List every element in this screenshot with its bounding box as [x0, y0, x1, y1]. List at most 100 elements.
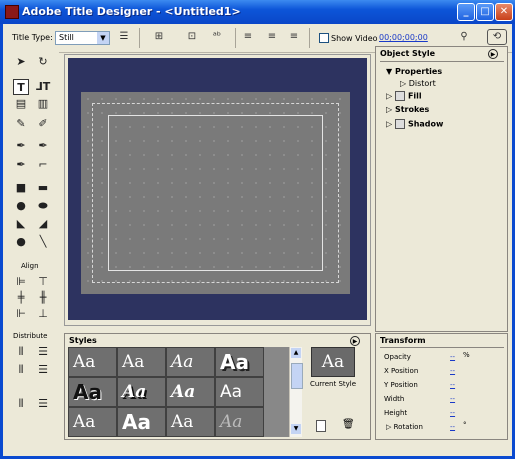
tools-panel: ➤ ↻ T ⅃T ▤ ▥ ✎ ✐ ✒ ✒ ✒ ⌐ ■ ▬ ● ⬬ ◣ ◢ ● ╲… [3, 52, 59, 456]
opacity-value[interactable]: -- [450, 353, 455, 361]
template-icon[interactable]: ⊞ [149, 30, 169, 44]
styles-menu-icon[interactable]: ▶ [350, 336, 360, 346]
timecode-field[interactable]: 00;00;00;00 [379, 33, 428, 42]
height-value[interactable]: -- [450, 409, 455, 417]
roll-crawl-icon[interactable]: ⊡ [183, 30, 201, 44]
sync-icon[interactable]: ⟲ [487, 29, 507, 45]
path-type-tool-icon[interactable]: ✎ [13, 116, 29, 132]
distribute-section-label: Distribute [13, 332, 48, 340]
delete-anchor-tool-icon[interactable]: ✒ [13, 157, 29, 173]
chevron-down-icon: ▼ [386, 67, 393, 76]
ellipse-tool-icon[interactable]: ● [13, 234, 29, 250]
area-type-tool-icon[interactable]: ▤ [13, 96, 29, 112]
font-browse-icon[interactable]: ᵃᵇ [208, 30, 226, 44]
style-swatch[interactable]: Aa [166, 377, 215, 407]
convert-anchor-tool-icon[interactable]: ⌐ [35, 157, 51, 173]
rectangle-tool-icon[interactable]: ■ [13, 180, 29, 196]
style-swatch[interactable]: Aa [117, 407, 166, 437]
width-value[interactable]: -- [450, 395, 455, 403]
scroll-down-icon[interactable]: ▼ [291, 424, 301, 434]
align-right-edges-icon[interactable]: ⊩ [13, 306, 29, 322]
style-swatch[interactable]: Aa [68, 347, 117, 377]
vertical-area-type-tool-icon[interactable]: ▥ [35, 96, 51, 112]
close-button[interactable]: ✕ [495, 3, 513, 21]
shadow-item[interactable]: ▷ Shadow [386, 119, 443, 129]
panel-menu-icon[interactable]: ▶ [488, 49, 498, 59]
align-left-edges-icon[interactable]: ⊫ [13, 274, 29, 290]
arc-tool-icon[interactable]: ◢ [35, 216, 51, 232]
fill-checkbox[interactable] [394, 91, 405, 101]
strokes-item[interactable]: ▷ Strokes [386, 105, 429, 114]
x-position-label: X Position [384, 367, 419, 375]
distribute-center-v-icon[interactable]: ☰ [35, 362, 51, 378]
clipped-corner-rectangle-tool-icon[interactable]: ● [13, 198, 29, 214]
action-safe-margin [108, 115, 323, 271]
distribute-top-icon[interactable]: ☰ [35, 344, 51, 360]
align-vertical-center-icon[interactable]: ╫ [35, 290, 51, 306]
style-swatch[interactable]: Aa [68, 377, 117, 407]
properties-item[interactable]: ▼ Properties [386, 67, 442, 76]
object-style-header: Object Style [380, 49, 436, 58]
styles-scrollbar[interactable]: ▲ ▼ [289, 347, 303, 437]
x-position-value[interactable]: -- [450, 367, 455, 375]
style-swatch[interactable]: Aa [117, 377, 166, 407]
style-swatch[interactable]: Aa [215, 377, 264, 407]
pin-icon[interactable]: ⚲ [459, 30, 469, 44]
align-section-label: Align [21, 262, 39, 270]
delete-style-icon[interactable]: 🗑 [342, 419, 355, 430]
minimize-button[interactable]: _ [457, 3, 475, 21]
type-tool-icon[interactable]: T [13, 79, 29, 95]
vertical-type-tool-icon[interactable]: ⅃T [35, 79, 51, 95]
show-video-label: Show Video [331, 34, 378, 43]
tab-stops-icon[interactable]: ☰ [117, 30, 131, 44]
fill-item[interactable]: ▷ Fill [386, 91, 422, 101]
scroll-up-icon[interactable]: ▲ [291, 348, 301, 358]
align-horizontal-center-icon[interactable]: ╪ [13, 290, 29, 306]
vertical-path-type-tool-icon[interactable]: ✐ [35, 116, 51, 132]
scroll-thumb[interactable] [291, 363, 303, 389]
wedge-tool-icon[interactable]: ◣ [13, 216, 29, 232]
add-anchor-tool-icon[interactable]: ✒ [35, 138, 51, 154]
new-style-icon[interactable] [316, 420, 326, 432]
align-top-edges-icon[interactable]: ⊤ [35, 274, 51, 290]
style-swatch[interactable]: Aa [68, 407, 117, 437]
selection-tool-icon[interactable]: ➤ [13, 54, 29, 70]
distribute-left-icon[interactable]: ⫴ [13, 344, 29, 360]
y-position-label: Y Position [384, 381, 418, 389]
rotate-tool-icon[interactable]: ↻ [35, 54, 51, 70]
line-tool-icon[interactable]: ╲ [35, 234, 51, 250]
strokes-label: Strokes [394, 105, 430, 114]
align-center-icon[interactable]: ≡ [266, 30, 278, 44]
chevron-right-icon: ▷ [386, 423, 392, 431]
distribute-bottom-icon[interactable]: ☰ [35, 396, 51, 412]
style-swatch[interactable]: Aa [166, 347, 215, 377]
rounded-rectangle-tool-icon[interactable]: ⬬ [35, 198, 51, 214]
opacity-unit: % [463, 351, 470, 359]
rotation-value[interactable]: -- [450, 423, 455, 431]
distort-item[interactable]: ▷ Distort [400, 79, 436, 88]
current-style-swatch: Aa [311, 347, 355, 377]
show-video-checkbox[interactable] [319, 33, 329, 43]
style-swatch[interactable]: Aa [215, 407, 264, 437]
distort-label: Distort [408, 79, 436, 88]
shadow-checkbox[interactable] [394, 119, 405, 129]
chevron-right-icon: ▷ [386, 119, 393, 129]
distribute-right-icon[interactable]: ⫴ [13, 396, 29, 412]
align-bottom-edges-icon[interactable]: ⊥ [35, 306, 51, 322]
window-title: Adobe Title Designer - <Untitled1> [22, 5, 241, 18]
chevron-down-icon: ▼ [97, 32, 109, 44]
y-position-value[interactable]: -- [450, 381, 455, 389]
style-swatch[interactable]: Aa [215, 347, 264, 377]
rounded-corner-rectangle-tool-icon[interactable]: ▬ [35, 180, 51, 196]
rotation-row[interactable]: ▷ Rotation [386, 423, 423, 431]
style-swatch[interactable]: Aa [117, 347, 166, 377]
maximize-button[interactable]: □ [476, 3, 494, 21]
title-bar: Adobe Title Designer - <Untitled1> _ □ ✕ [0, 0, 515, 24]
distribute-center-h-icon[interactable]: ⫴ [13, 362, 29, 378]
align-left-icon[interactable]: ≡ [242, 30, 254, 44]
title-type-select[interactable]: Still ▼ [55, 31, 110, 45]
style-swatch[interactable]: Aa [166, 407, 215, 437]
align-right-icon[interactable]: ≡ [288, 30, 300, 44]
pen-tool-icon[interactable]: ✒ [13, 138, 29, 154]
properties-label: Properties [394, 67, 443, 76]
